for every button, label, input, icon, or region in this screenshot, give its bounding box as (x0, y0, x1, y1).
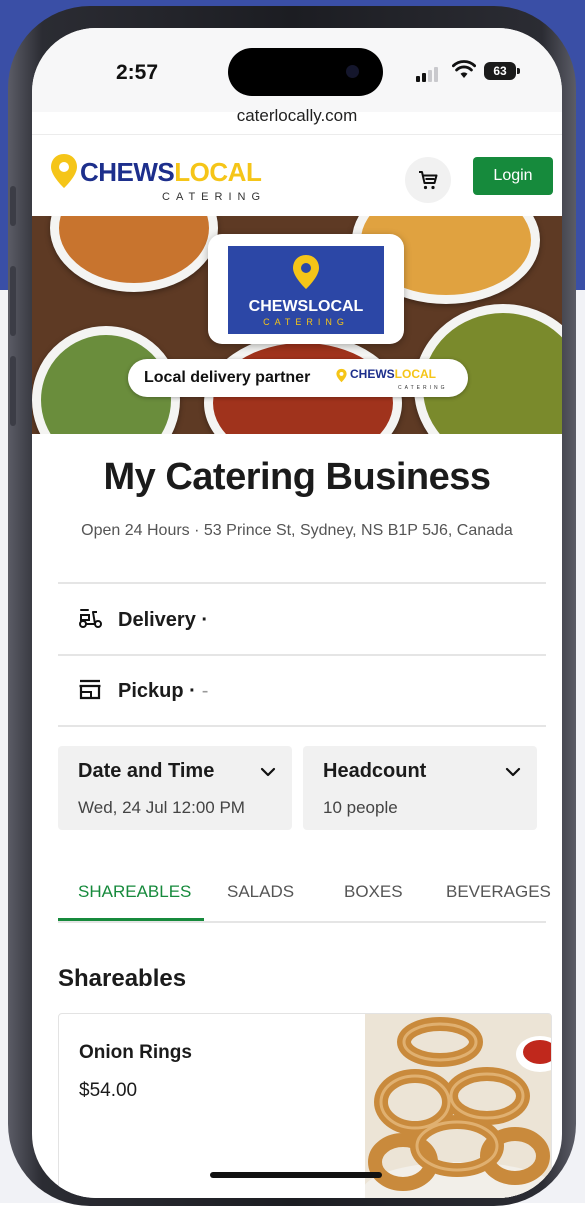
divider (58, 725, 546, 727)
tab-shareables[interactable]: SHAREABLES (78, 882, 191, 902)
partner-logo-subtitle: CATERING (398, 385, 448, 391)
logo-wordmark: CHEWSLOCAL (80, 157, 262, 187)
hero-logo-subtitle: CATERING (263, 317, 349, 327)
product-price: $54.00 (79, 1080, 138, 1101)
date-time-label: Date and Time (78, 760, 215, 782)
category-tabs: SHAREABLES SALADS BOXES BEVERAGES (58, 866, 551, 923)
camera-icon (346, 65, 359, 78)
phone-screen: 2:57 63 caterlocally.com CHEWSLOCAL CATE… (32, 28, 562, 1198)
section-title: Shareables (58, 965, 187, 992)
chewslocal-logo[interactable]: CHEWSLOCAL CATERING (50, 153, 270, 209)
browser-url[interactable]: caterlocally.com (32, 106, 562, 126)
cart-icon (419, 171, 438, 190)
cart-button[interactable] (405, 157, 451, 203)
volume-down-button (10, 356, 16, 426)
login-button[interactable]: Login (473, 157, 553, 195)
food-dish-rice (50, 216, 218, 292)
chevron-down-icon (260, 767, 276, 777)
status-bar: 2:57 63 (32, 28, 562, 112)
product-card[interactable]: Onion Rings $54.00 (58, 1013, 552, 1198)
tab-boxes[interactable]: BOXES (344, 882, 403, 902)
product-name: Onion Rings (79, 1042, 192, 1063)
site-header: CHEWSLOCAL CATERING Login (32, 134, 562, 217)
headcount-selector[interactable]: Headcount 10 people (303, 746, 537, 830)
volume-up-button (10, 266, 16, 336)
pickup-extra: - (201, 679, 209, 702)
battery-icon: 63 (484, 62, 520, 80)
location-pin-icon (336, 368, 347, 383)
pickup-option[interactable]: Pickup · - (58, 656, 546, 726)
hero-banner: CHEWSLOCAL CATERING Local delivery partn… (32, 216, 562, 434)
tab-salads[interactable]: SALADS (227, 882, 294, 902)
action-button (10, 186, 16, 226)
delivery-partner-pill: Local delivery partner CHEWSLOCAL CATERI… (128, 359, 468, 397)
hero-logo-title: CHEWSLOCAL (248, 298, 364, 315)
location-pin-icon (51, 154, 77, 188)
date-time-value: Wed, 24 Jul 12:00 PM (78, 798, 245, 817)
signal-icon (416, 66, 438, 82)
phone-frame: 2:57 63 caterlocally.com CHEWSLOCAL CATE… (8, 6, 576, 1206)
status-time: 2:57 (116, 61, 159, 84)
logo-subtitle: CATERING (162, 191, 267, 203)
chevron-down-icon (505, 767, 521, 777)
divider (58, 582, 546, 584)
pickup-label: Pickup · (118, 679, 196, 702)
delivery-label: Delivery · (118, 608, 209, 631)
scooter-icon (79, 608, 102, 628)
business-name: My Catering Business (103, 456, 492, 498)
product-image (365, 1014, 551, 1198)
tab-beverages[interactable]: BEVERAGES (446, 882, 551, 902)
date-time-selector[interactable]: Date and Time Wed, 24 Jul 12:00 PM (58, 746, 292, 830)
store-icon (79, 679, 101, 699)
headcount-value: 10 people (323, 798, 398, 817)
wifi-icon (452, 60, 476, 78)
delivery-option[interactable]: Delivery · (58, 585, 546, 655)
onion-rings-image (365, 1014, 551, 1198)
dynamic-island (228, 48, 383, 96)
hero-logo-card: CHEWSLOCAL CATERING (208, 234, 404, 344)
headcount-label: Headcount (323, 760, 427, 782)
business-info: Open 24 Hours · 53 Prince St, Sydney, NS… (81, 522, 513, 539)
home-indicator[interactable] (210, 1172, 382, 1178)
partner-label: Local delivery partner (144, 369, 311, 386)
partner-logo: CHEWSLOCAL (350, 367, 436, 381)
active-tab-indicator (58, 918, 204, 921)
hero-logo: CHEWSLOCAL CATERING (228, 246, 384, 334)
location-pin-icon (293, 255, 319, 289)
